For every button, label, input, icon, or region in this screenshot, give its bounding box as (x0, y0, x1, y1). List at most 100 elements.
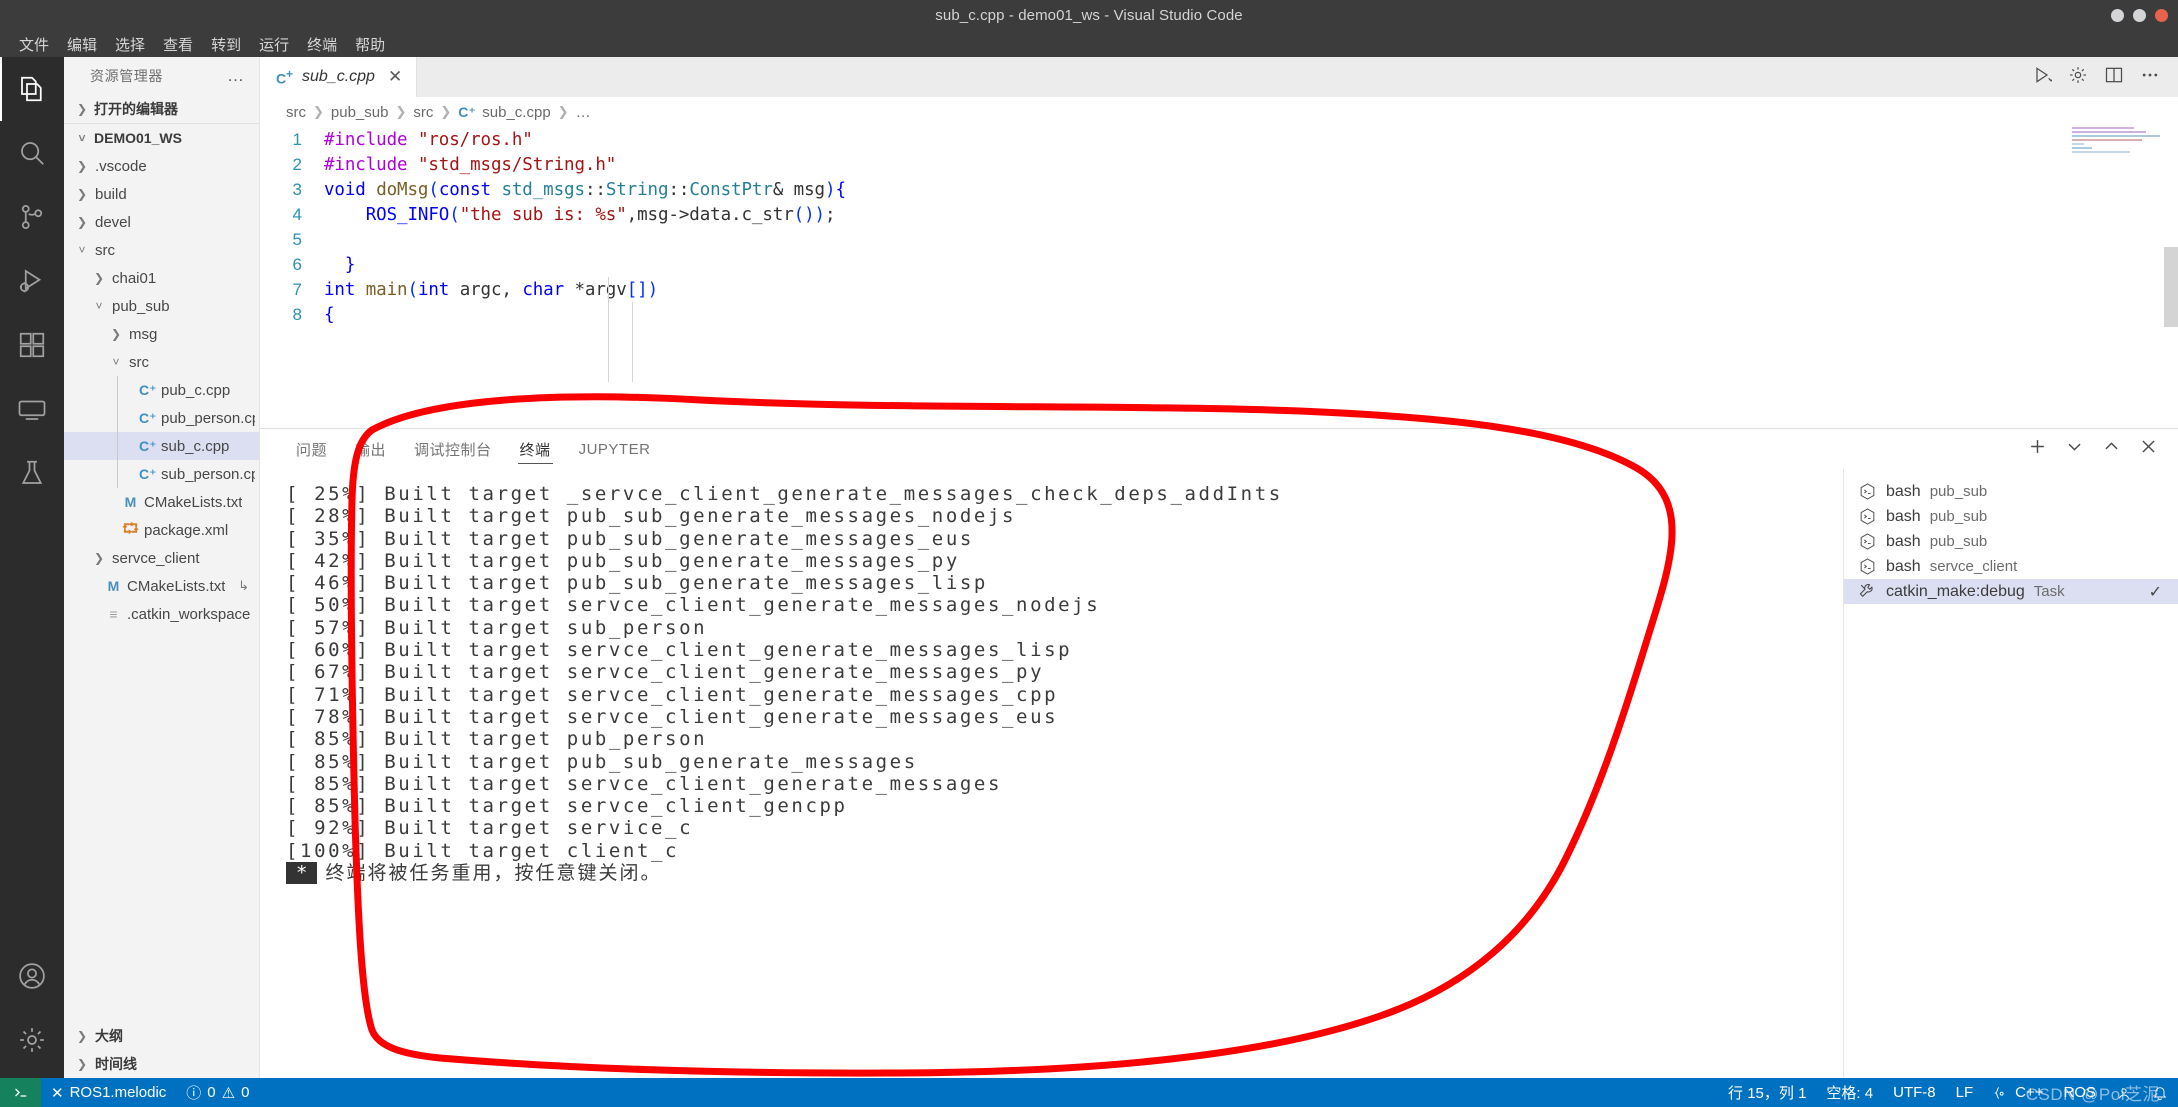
file-tree[interactable]: ❯ .vscode ❯ build ❯ devel ˅ src ❯ chai01 ˅ pub_sub ❯… (64, 152, 259, 628)
section-workspace[interactable]: ˅ DEMO01_WS (64, 124, 259, 152)
sidebar-title: 资源管理器 (90, 68, 163, 84)
status-language-mode[interactable]: C++ (1983, 1078, 2053, 1107)
terminal-list-item[interactable]: bash servce_client (1844, 554, 2178, 579)
split-editor-icon[interactable] (2104, 65, 2124, 90)
terminal-list-item[interactable]: catkin_make:debug Task ✓ (1844, 579, 2178, 604)
menu-item-help[interactable]: 帮助 (346, 32, 394, 57)
run-dropdown-icon[interactable] (2032, 65, 2055, 90)
activitybar-run-debug-icon[interactable] (0, 249, 64, 313)
section-outline[interactable]: ❯ 大纲 (64, 1022, 259, 1050)
tab-debug-console[interactable]: 调试控制台 (400, 429, 506, 469)
menu-item-terminal[interactable]: 终端 (298, 32, 346, 57)
menu-item-select[interactable]: 选择 (106, 32, 154, 57)
status-feedback-icon[interactable] (2106, 1078, 2142, 1107)
maximize-panel-icon[interactable] (2102, 437, 2121, 461)
tab-problems[interactable]: 问题 (282, 429, 341, 469)
activitybar-source-control-icon[interactable] (0, 185, 64, 249)
status-ros-distro[interactable]: ROS (2053, 1078, 2106, 1107)
breadcrumb-item[interactable]: src (413, 104, 433, 121)
tree-folder-src[interactable]: ˅ src (64, 236, 259, 264)
minimize-button[interactable] (2111, 9, 2124, 22)
tree-file-pub_personcpp[interactable]: C⁺pub_person.cpp (64, 404, 259, 432)
breadcrumb-item[interactable]: pub_sub (331, 104, 389, 121)
remote-window-icon[interactable] (0, 1078, 41, 1107)
tab-sub-c-cpp[interactable]: C+ sub_c.cpp ✕ (260, 57, 418, 97)
tree-file-catkin_workspace[interactable]: ≡ .catkin_workspace (64, 600, 259, 628)
tree-file-sub_ccpp[interactable]: C⁺ sub_c.cpp (64, 432, 259, 460)
activitybar-explorer-icon[interactable] (0, 57, 64, 121)
tree-folder-msg[interactable]: ❯ msg (64, 320, 259, 348)
maximize-button[interactable] (2133, 9, 2146, 22)
code-content[interactable]: 1 #include "ros/ros.h" 2 #include "std_msgs… (260, 127, 2178, 327)
terminal-output[interactable]: [ 25%] Built target _servce_client_gener… (260, 469, 1843, 1078)
tab-terminal[interactable]: 终端 (506, 429, 565, 469)
terminal-list[interactable]: bash pub_sub bash pub_sub bash pub_sub bash ser… (1843, 469, 2178, 1078)
more-actions-icon[interactable] (2140, 65, 2160, 90)
status-problems[interactable]: ⓘ 0 ⚠ 0 (176, 1078, 259, 1107)
close-panel-icon[interactable] (2139, 437, 2158, 461)
tree-file-pub_ccpp[interactable]: C⁺ pub_c.cpp (64, 376, 259, 404)
minimap[interactable] (2072, 127, 2168, 197)
code-line[interactable]: 2 #include "std_msgs/String.h" (260, 152, 2178, 177)
breadcrumb-item[interactable]: sub_c.cpp (482, 104, 550, 121)
code-editor[interactable]: 1 #include "ros/ros.h" 2 #include "std_msgs… (260, 127, 2178, 428)
tree-file-packagexml[interactable]: ⮔ package.xml (64, 516, 259, 544)
indent-guide (608, 277, 609, 382)
section-timeline[interactable]: ❯ 时间线 (64, 1050, 259, 1078)
tree-file-sub_personcpp[interactable]: C⁺sub_person.cpp (64, 460, 259, 488)
tree-folder-src[interactable]: ˅ src (64, 348, 259, 376)
menu-item-view[interactable]: 查看 (154, 32, 202, 57)
tree-folder-vscode[interactable]: ❯ .vscode (64, 152, 259, 180)
activitybar-extensions-icon[interactable] (0, 313, 64, 377)
status-notifications-bell-icon[interactable] (2142, 1078, 2178, 1107)
status-cursor-position[interactable]: 行 15，列 1 (1718, 1078, 1816, 1107)
breadcrumb-item[interactable]: src (286, 104, 306, 121)
bash-icon (1858, 532, 1877, 551)
line-number: 4 (292, 204, 302, 224)
menu-item-run[interactable]: 运行 (250, 32, 298, 57)
code-line[interactable]: 3 void doMsg(const std_msgs::String::Cons… (260, 177, 2178, 202)
terminal-list-item[interactable]: bash pub_sub (1844, 504, 2178, 529)
menu-item-edit[interactable]: 编辑 (58, 32, 106, 57)
terminal-list-item[interactable]: bash pub_sub (1844, 479, 2178, 504)
activitybar-remote-explorer-icon[interactable] (0, 377, 64, 441)
tab-output[interactable]: 输出 (341, 429, 400, 469)
add-terminal-icon[interactable] (2028, 437, 2047, 461)
terminal-list-item[interactable]: bash pub_sub (1844, 529, 2178, 554)
code-line[interactable]: 1 #include "ros/ros.h" (260, 127, 2178, 152)
activitybar-search-icon[interactable] (0, 121, 64, 185)
status-encoding[interactable]: UTF-8 (1883, 1078, 1946, 1107)
menu-item-file[interactable]: 文件 (10, 32, 58, 57)
scrollbar-thumb[interactable] (2164, 247, 2178, 327)
activitybar-manage-gear-icon[interactable] (0, 1008, 64, 1072)
activitybar-testing-icon[interactable] (0, 441, 64, 505)
close-window-button[interactable] (2155, 9, 2168, 22)
code-line[interactable]: 7 int main(int argc, char *argv[]) (260, 277, 2178, 302)
tab-jupyter[interactable]: JUPYTER (565, 429, 665, 469)
tree-folder-pub_sub[interactable]: ˅ pub_sub (64, 292, 259, 320)
close-icon[interactable]: ✕ (388, 67, 402, 87)
status-eol[interactable]: LF (1946, 1078, 1984, 1107)
status-ros-version[interactable]: ✕ ROS1.melodic (41, 1078, 176, 1107)
window-controls[interactable] (2111, 0, 2168, 31)
status-indentation[interactable]: 空格: 4 (1816, 1078, 1883, 1107)
tree-folder-devel[interactable]: ❯ devel (64, 208, 259, 236)
breadcrumb-item[interactable]: … (576, 104, 591, 121)
code-line[interactable]: 6 } (260, 252, 2178, 277)
tree-file-CMakeListstxt[interactable]: M CMakeLists.txt ↳ (64, 572, 259, 600)
code-line[interactable]: 5 (260, 227, 2178, 252)
sidebar-more-actions-icon[interactable]: … (227, 66, 245, 86)
tree-folder-build[interactable]: ❯ build (64, 180, 259, 208)
breadcrumb[interactable]: src ❯ pub_sub ❯ src ❯ C⁺ sub_c.cpp ❯… (260, 97, 2178, 127)
tree-file-CMakeListstxt[interactable]: M CMakeLists.txt (64, 488, 259, 516)
code-line[interactable]: 4 ROS_INFO("the sub is: %s",msg->data.c_… (260, 202, 2178, 227)
settings-gear-icon[interactable] (2068, 65, 2088, 90)
activitybar-accounts-icon[interactable] (0, 944, 64, 1008)
menu-item-go[interactable]: 转到 (202, 32, 250, 57)
tree-folder-servce_client[interactable]: ❯ servce_client (64, 544, 259, 572)
tree-folder-chai01[interactable]: ❯ chai01 (64, 264, 259, 292)
editor-scrollbar[interactable] (2164, 127, 2178, 428)
terminal-dropdown-icon[interactable] (2065, 437, 2084, 461)
section-open-editors[interactable]: ❯ 打开的编辑器 (64, 95, 259, 123)
code-line[interactable]: 8{ (260, 302, 2178, 327)
